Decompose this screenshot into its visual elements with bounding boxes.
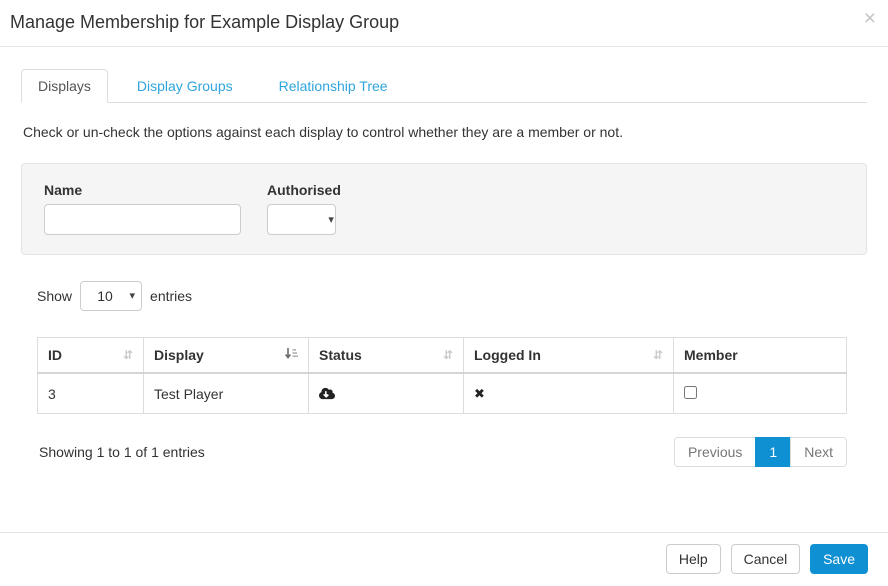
pagination-page-1[interactable]: 1	[755, 437, 791, 467]
close-icon[interactable]: ×	[864, 8, 876, 29]
column-header-member: Member	[674, 338, 847, 374]
modal-body: Displays Display Groups Relationship Tre…	[0, 47, 888, 474]
cell-member	[674, 373, 847, 414]
tab-bar: Displays Display Groups Relationship Tre…	[21, 69, 867, 103]
sort-ascending-icon[interactable]	[285, 347, 298, 363]
tab-relationship-tree[interactable]: Relationship Tree	[262, 69, 405, 103]
tab-display-groups[interactable]: Display Groups	[120, 69, 250, 103]
displays-table: ID ⇵ Display	[37, 337, 847, 414]
manage-membership-modal: Manage Membership for Example Display Gr…	[0, 0, 888, 586]
entries-per-page-select[interactable]: 10	[80, 281, 142, 311]
entries-label: entries	[150, 288, 192, 304]
show-label: Show	[37, 288, 72, 304]
pagination-previous[interactable]: Previous	[674, 437, 756, 467]
tab-relationship-tree-label[interactable]: Relationship Tree	[262, 69, 405, 103]
cell-logged-in: ✖	[464, 373, 674, 414]
cell-id: 3	[38, 373, 144, 414]
modal-header: Manage Membership for Example Display Gr…	[0, 0, 888, 47]
authorised-select[interactable]	[267, 204, 336, 235]
cancel-button[interactable]: Cancel	[731, 544, 801, 574]
authorised-filter-group: Authorised ▾	[267, 182, 341, 235]
table-header-row: ID ⇵ Display	[38, 338, 847, 374]
cell-display: Test Player	[144, 373, 309, 414]
sort-icon[interactable]: ⇵	[653, 348, 663, 362]
column-header-logged-in[interactable]: Logged In ⇵	[464, 338, 674, 374]
name-label: Name	[44, 182, 241, 198]
datatable-wrapper: Show 10 ▾ entries ID	[37, 281, 847, 467]
sort-icon[interactable]: ⇵	[443, 348, 453, 362]
filter-panel: Name Authorised ▾	[21, 163, 867, 255]
sort-icon[interactable]: ⇵	[123, 348, 133, 362]
table-row: 3 Test Player ✖	[38, 373, 847, 414]
column-header-display[interactable]: Display	[144, 338, 309, 374]
save-button[interactable]: Save	[810, 544, 868, 574]
table-summary: Showing 1 to 1 of 1 entries	[39, 444, 205, 460]
cell-status	[309, 373, 464, 414]
pagination-next[interactable]: Next	[790, 437, 847, 467]
authorised-label: Authorised	[267, 182, 341, 198]
member-checkbox[interactable]	[684, 386, 697, 399]
tab-description: Check or un-check the options against ea…	[23, 124, 865, 140]
tab-display-groups-label[interactable]: Display Groups	[120, 69, 250, 103]
table-length-control: Show 10 ▾ entries	[37, 281, 847, 311]
modal-footer: Help Cancel Save	[0, 532, 888, 586]
x-mark-icon: ✖	[474, 386, 485, 401]
tab-displays-label[interactable]: Displays	[21, 69, 108, 103]
modal-title: Manage Membership for Example Display Gr…	[10, 12, 873, 33]
name-input[interactable]	[44, 204, 241, 235]
help-button[interactable]: Help	[666, 544, 721, 574]
cloud-download-icon	[319, 387, 453, 400]
pagination: Previous 1 Next	[675, 437, 847, 467]
column-header-status[interactable]: Status ⇵	[309, 338, 464, 374]
table-footer-row: Showing 1 to 1 of 1 entries Previous 1 N…	[37, 437, 847, 467]
column-header-id[interactable]: ID ⇵	[38, 338, 144, 374]
name-filter-group: Name	[44, 182, 241, 235]
tab-displays[interactable]: Displays	[21, 69, 108, 103]
